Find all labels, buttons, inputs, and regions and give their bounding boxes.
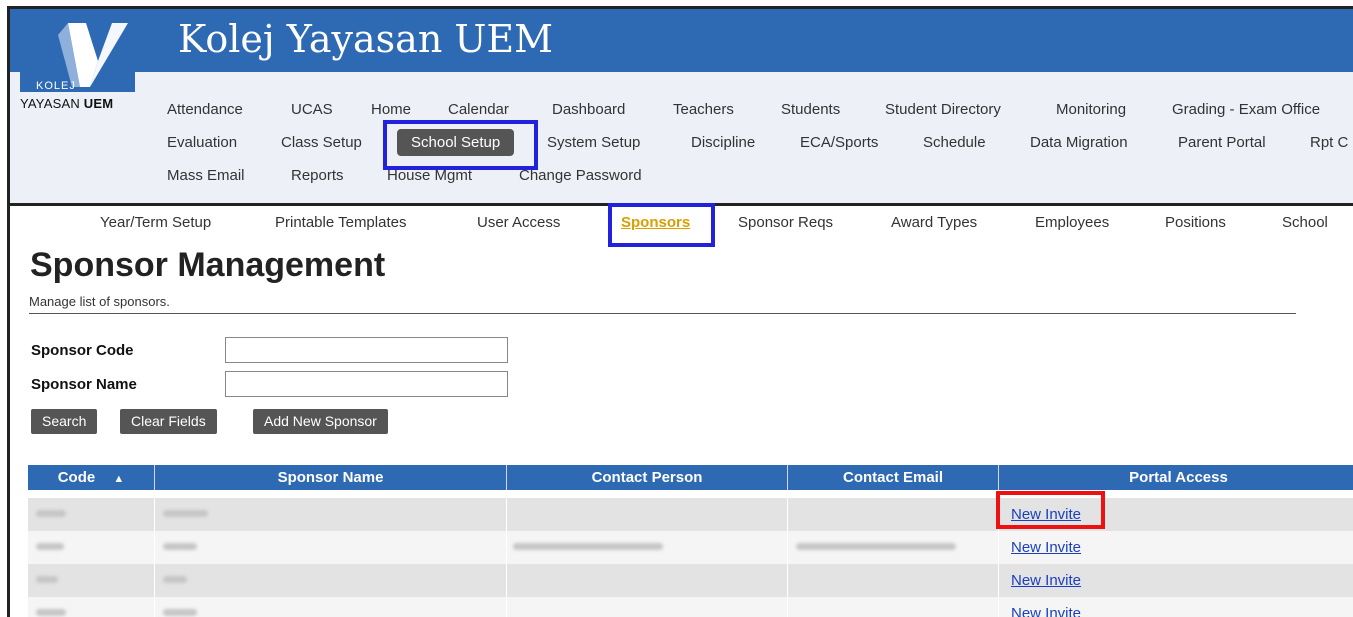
- nav-schedule[interactable]: Schedule: [923, 134, 986, 151]
- new-invite-link[interactable]: New Invite: [1011, 605, 1081, 617]
- sponsor-code-input[interactable]: [225, 337, 508, 363]
- subnav-employees[interactable]: Employees: [1035, 214, 1109, 231]
- nav-ucas[interactable]: UCAS: [291, 101, 333, 118]
- nav-eca-sports[interactable]: ECA/Sports: [800, 134, 878, 151]
- sponsor-name-label: Sponsor Name: [31, 376, 137, 393]
- highlight-new-invite: [996, 491, 1105, 529]
- subnav-school[interactable]: School: [1282, 214, 1328, 231]
- nav-grading-exam-office[interactable]: Grading - Exam Office: [1172, 101, 1320, 118]
- nav-monitoring[interactable]: Monitoring: [1056, 101, 1126, 118]
- page-title: Sponsor Management: [30, 246, 386, 284]
- nav-mass-email[interactable]: Mass Email: [167, 167, 245, 184]
- sponsor-code-label: Sponsor Code: [31, 342, 134, 359]
- subnav-year-term-setup[interactable]: Year/Term Setup: [100, 214, 211, 231]
- cell-sponsor-name: [155, 564, 507, 597]
- cell-contact-person: [507, 597, 788, 617]
- column-header-code[interactable]: Code ▲: [28, 465, 155, 490]
- subnav-award-types[interactable]: Award Types: [891, 214, 977, 231]
- app-title: Kolej Yayasan UEM: [178, 17, 554, 61]
- cell-contact-email: [788, 564, 999, 597]
- nav-discipline[interactable]: Discipline: [691, 134, 755, 151]
- cell-contact-person: [507, 498, 788, 531]
- nav-attendance[interactable]: Attendance: [167, 101, 243, 118]
- sort-ascending-icon: ▲: [113, 473, 125, 485]
- table-row: New Invite: [28, 597, 1353, 617]
- blurred-contact-email: [796, 543, 956, 550]
- blurred-code: [36, 609, 66, 616]
- page-subtitle: Manage list of sponsors.: [29, 294, 170, 309]
- subnav-sponsor-reqs[interactable]: Sponsor Reqs: [738, 214, 833, 231]
- blurred-sponsor-name: [163, 609, 197, 616]
- nav-rpt-c[interactable]: Rpt C: [1310, 134, 1348, 151]
- cell-sponsor-name: [155, 597, 507, 617]
- app-window: KOLEJ YAYASAN UEM Kolej Yayasan UEM Atte…: [7, 6, 1353, 617]
- nav-calendar[interactable]: Calendar: [448, 101, 509, 118]
- cell-sponsor-name: [155, 531, 507, 564]
- header: KOLEJ YAYASAN UEM Kolej Yayasan UEM Atte…: [10, 9, 1353, 206]
- nav-system-setup[interactable]: System Setup: [547, 134, 640, 151]
- column-header-portal-access[interactable]: Portal Access: [999, 465, 1353, 490]
- blurred-sponsor-name: [163, 510, 208, 517]
- nav-data-migration[interactable]: Data Migration: [1030, 134, 1128, 151]
- cell-contact-email: [788, 498, 999, 531]
- new-invite-link[interactable]: New Invite: [1011, 572, 1081, 589]
- nav-teachers[interactable]: Teachers: [673, 101, 734, 118]
- logo-text-b: UEM: [83, 96, 114, 111]
- logo-text-a: YAYASAN: [20, 96, 80, 111]
- title-divider: [29, 313, 1296, 314]
- blurred-sponsor-name: [163, 576, 187, 583]
- sponsor-name-input[interactable]: [225, 371, 508, 397]
- highlight-sponsors: [608, 203, 715, 247]
- subnav-positions[interactable]: Positions: [1165, 214, 1226, 231]
- nav-students[interactable]: Students: [781, 101, 840, 118]
- column-header-sponsor-name[interactable]: Sponsor Name: [155, 465, 507, 490]
- table-header: Code ▲ Sponsor Name Contact Person Conta…: [28, 465, 1353, 490]
- column-header-code-label: Code: [57, 469, 96, 486]
- logo-text-kolej: KOLEJ: [36, 80, 76, 92]
- blurred-code: [36, 510, 66, 517]
- nav-student-directory[interactable]: Student Directory: [885, 101, 1001, 118]
- subnav-user-access[interactable]: User Access: [477, 214, 560, 231]
- table-row: New Invite: [28, 564, 1353, 597]
- cell-contact-email: [788, 597, 999, 617]
- nav-evaluation[interactable]: Evaluation: [167, 134, 237, 151]
- column-header-contact-email[interactable]: Contact Email: [788, 465, 999, 490]
- blurred-code: [36, 576, 58, 583]
- highlight-school-setup: [383, 120, 538, 170]
- new-invite-link[interactable]: New Invite: [1011, 539, 1081, 556]
- table-row: New Invite: [28, 498, 1353, 531]
- blurred-sponsor-name: [163, 543, 197, 550]
- nav-dashboard[interactable]: Dashboard: [552, 101, 625, 118]
- subnav-printable-templates[interactable]: Printable Templates: [275, 214, 406, 231]
- blurred-contact-person: [513, 543, 663, 550]
- nav-home[interactable]: Home: [371, 101, 411, 118]
- search-button[interactable]: Search: [31, 409, 98, 434]
- nav-reports[interactable]: Reports: [291, 167, 344, 184]
- logo[interactable]: KOLEJ: [20, 17, 135, 92]
- logo-text-yayasan: YAYASAN UEM: [20, 96, 113, 111]
- blurred-code: [36, 543, 64, 550]
- column-header-contact-person[interactable]: Contact Person: [507, 465, 788, 490]
- nav-class-setup[interactable]: Class Setup: [281, 134, 362, 151]
- clear-fields-button[interactable]: Clear Fields: [120, 409, 217, 434]
- cell-contact-person: [507, 564, 788, 597]
- table-row: New Invite: [28, 531, 1353, 564]
- add-new-sponsor-button[interactable]: Add New Sponsor: [253, 409, 388, 434]
- nav-parent-portal[interactable]: Parent Portal: [1178, 134, 1266, 151]
